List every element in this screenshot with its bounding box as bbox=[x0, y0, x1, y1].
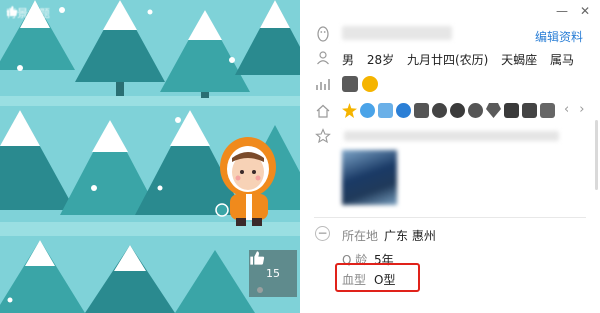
age: 28岁 bbox=[366, 53, 395, 67]
game-service-icon[interactable] bbox=[432, 103, 447, 118]
location-value: 广东 惠州 bbox=[384, 229, 436, 243]
close-icon[interactable]: ✕ bbox=[578, 4, 592, 18]
pet-service-icon[interactable] bbox=[540, 103, 555, 118]
house-icon bbox=[316, 104, 330, 118]
gender: 男 bbox=[342, 53, 355, 67]
eskimo-character bbox=[215, 137, 276, 226]
diamond-service-icon[interactable] bbox=[486, 103, 501, 118]
birthday: 九月廿四(农历) bbox=[406, 53, 489, 67]
sun-level-icon[interactable] bbox=[362, 76, 378, 92]
thumbs-up-icon bbox=[7, 6, 18, 16]
location-label: 所在地 bbox=[342, 229, 379, 243]
profile-panel: — ✕ 编辑资料 男 28岁 九月廿四(农历) 天蝎座 属马 ‹ › − 所在地… bbox=[300, 0, 600, 313]
qzone-service-icon[interactable] bbox=[396, 103, 411, 118]
nickname-blurred bbox=[342, 26, 452, 40]
profile-wallpaper: 背景主题 15 bbox=[0, 0, 300, 313]
like-button[interactable]: 15 bbox=[249, 250, 297, 297]
video-service-icon[interactable] bbox=[468, 103, 483, 118]
level-chart-icon bbox=[316, 79, 330, 90]
basic-info: 男 28岁 九月廿四(农历) 天蝎座 属马 bbox=[342, 51, 583, 68]
star-outline-icon bbox=[315, 128, 331, 144]
qq-penguin-icon bbox=[317, 26, 329, 42]
signature-blurred bbox=[344, 131, 559, 141]
zodiac: 天蝎座 bbox=[501, 53, 538, 67]
divider bbox=[314, 217, 586, 218]
heart-service-icon[interactable] bbox=[414, 103, 429, 118]
collapse-icon[interactable]: − bbox=[315, 226, 330, 241]
chinese-zodiac: 属马 bbox=[550, 53, 575, 67]
phone-service-icon[interactable] bbox=[522, 103, 537, 118]
music-service-icon[interactable] bbox=[450, 103, 465, 118]
like-count: 15 bbox=[266, 267, 280, 280]
star-service-icon[interactable] bbox=[342, 103, 357, 118]
chevron-right-icon[interactable]: › bbox=[579, 102, 584, 117]
wallpaper-caption: 背景主题 bbox=[6, 5, 50, 21]
eye-service-icon[interactable] bbox=[360, 103, 375, 118]
edit-profile-link[interactable]: 编辑资料 bbox=[535, 28, 583, 45]
mail-service-icon[interactable] bbox=[378, 103, 393, 118]
service-icons-nav: ‹ › bbox=[564, 102, 584, 117]
vip-penguin-icon[interactable] bbox=[342, 76, 358, 92]
thumbs-up-icon bbox=[250, 251, 265, 265]
chevron-left-icon[interactable]: ‹ bbox=[564, 102, 569, 117]
profile-window: 背景主题 15 — ✕ 编辑资料 男 28岁 九月廿四(农历) 天蝎座 属马 ‹… bbox=[0, 0, 600, 313]
blood-type-highlight-box bbox=[335, 263, 420, 292]
scrollbar[interactable] bbox=[595, 120, 598, 190]
person-icon bbox=[317, 51, 329, 65]
bag-service-icon[interactable] bbox=[504, 103, 519, 118]
profile-photo-blurred[interactable] bbox=[342, 150, 397, 205]
minimize-icon[interactable]: — bbox=[555, 4, 569, 18]
service-icons-row bbox=[342, 103, 555, 118]
